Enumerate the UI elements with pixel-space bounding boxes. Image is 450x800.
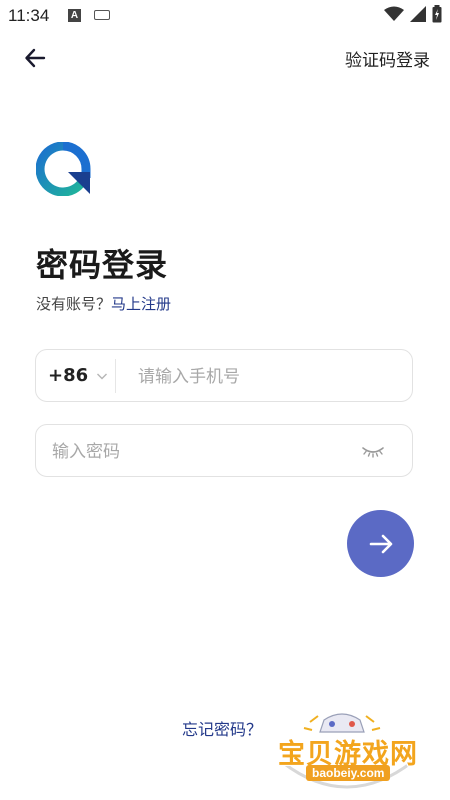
password-field (35, 424, 413, 477)
phone-input[interactable] (136, 363, 400, 391)
app-logo-icon (36, 142, 91, 196)
eye-closed-icon[interactable] (361, 443, 385, 459)
arrow-left-icon (25, 48, 46, 68)
status-bar: 11:34 A (0, 0, 450, 32)
country-code-label: +86 (48, 365, 89, 386)
no-account-text: 没有账号？ (36, 295, 112, 313)
phone-field: +86 (35, 349, 413, 402)
page-title: 密码登录 (36, 246, 169, 284)
login-submit-button[interactable] (347, 510, 414, 577)
notification-a-icon: A (68, 9, 81, 22)
country-code-selector[interactable]: +86 (48, 365, 108, 386)
status-icons (384, 5, 442, 23)
arrow-right-icon (369, 534, 392, 553)
password-input[interactable] (50, 438, 354, 466)
watermark-url: baobeiy.com (306, 765, 391, 781)
register-row: 没有账号？马上注册 (36, 293, 171, 314)
keyboard-icon (94, 10, 110, 20)
battery-icon (432, 5, 442, 23)
watermark: 宝贝游戏网 baobeiy.com (272, 702, 422, 798)
back-button[interactable] (22, 44, 50, 72)
wifi-icon (384, 6, 404, 21)
chevron-down-icon (97, 373, 108, 379)
signal-icon (410, 6, 426, 22)
status-time: 11:34 (8, 6, 50, 25)
sms-login-link[interactable]: 验证码登录 (345, 46, 430, 71)
forgot-password-link[interactable]: 忘记密码？ (182, 716, 262, 740)
register-link[interactable]: 马上注册 (111, 295, 171, 313)
field-divider (115, 359, 116, 393)
